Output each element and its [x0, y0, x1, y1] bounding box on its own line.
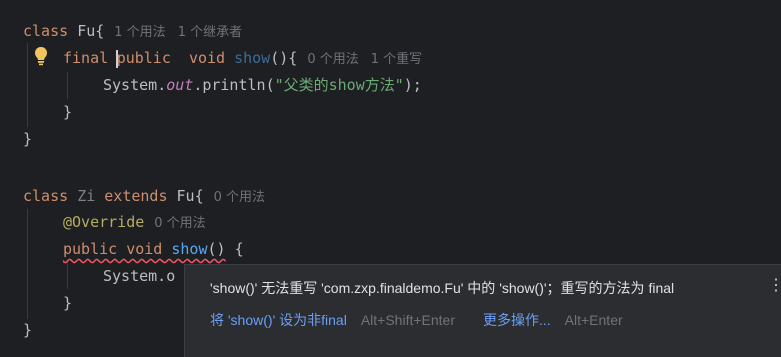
error-popup: 'show()' 无法重写 'com.zxp.finaldemo.Fu' 中的 … [184, 264, 781, 357]
code-line[interactable]: } [23, 317, 32, 344]
inheritors-hint[interactable]: 1 个继承者 [178, 25, 242, 40]
code-line[interactable]: @Override 0 个用法 [63, 209, 206, 236]
class-name[interactable]: Zi [77, 187, 95, 205]
keyword: public [116, 49, 171, 67]
method-name[interactable]: show [171, 240, 207, 258]
string-literal: "父类的show方法" [274, 76, 404, 94]
shortcut-label: Alt+Shift+Enter [360, 312, 455, 328]
keyword: final [63, 49, 109, 67]
code-fragment[interactable]: System.o [103, 267, 175, 285]
code-line[interactable]: class Zi extends Fu{0 个用法 [23, 183, 265, 210]
indent-guide [67, 72, 68, 99]
code-line[interactable]: System.o [103, 263, 175, 290]
method-name[interactable]: show [234, 49, 270, 67]
shortcut-label: Alt+Enter [564, 312, 623, 328]
keyword: class [23, 187, 69, 205]
lightbulb-icon[interactable] [33, 46, 49, 66]
indent-guide [27, 209, 28, 319]
code-line[interactable]: } [63, 99, 72, 126]
keyword: void [126, 240, 163, 258]
make-non-final-action[interactable]: 将 'show()' 设为非final [210, 312, 347, 328]
usage-hint[interactable]: 0 个用法 [307, 52, 358, 67]
code-line[interactable]: final public void show(){0 个用法 1 个重写 [63, 45, 422, 72]
keyword: class [23, 22, 69, 40]
keyword: extends [104, 187, 168, 205]
code-line[interactable]: public void show() { [63, 236, 244, 263]
code-line[interactable]: System.out.println("父类的show方法"); [103, 72, 422, 99]
method-call[interactable]: println [202, 76, 265, 94]
field-ref[interactable]: out [166, 76, 193, 94]
code-line[interactable]: } [23, 126, 32, 153]
usage-hint[interactable]: 1 个用法 [114, 25, 165, 40]
quick-fix-actions: 将 'show()' 设为非final Alt+Shift+Enter 更多操作..… [210, 310, 623, 330]
indent-guide [27, 43, 28, 127]
indent-guide [67, 262, 68, 289]
class-name[interactable]: Fu [77, 22, 95, 40]
keyword: public [63, 240, 118, 258]
usage-hint[interactable]: 0 个用法 [214, 190, 265, 205]
more-options-icon[interactable]: ⋮ [768, 277, 781, 297]
class-ref[interactable]: Fu [177, 187, 195, 205]
class-ref[interactable]: System [103, 76, 157, 94]
keyword: void [188, 49, 226, 67]
code-line[interactable]: class Fu{1 个用法 1 个继承者 [23, 18, 242, 45]
code-line[interactable]: } [63, 290, 72, 317]
error-message: 'show()' 无法重写 'com.zxp.finaldemo.Fu' 中的 … [210, 280, 675, 296]
more-actions-link[interactable]: 更多操作... [483, 312, 551, 328]
usage-hint[interactable]: 0 个用法 [154, 216, 205, 231]
overrides-hint[interactable]: 1 个重写 [371, 52, 422, 67]
annotation: @Override [63, 213, 145, 231]
